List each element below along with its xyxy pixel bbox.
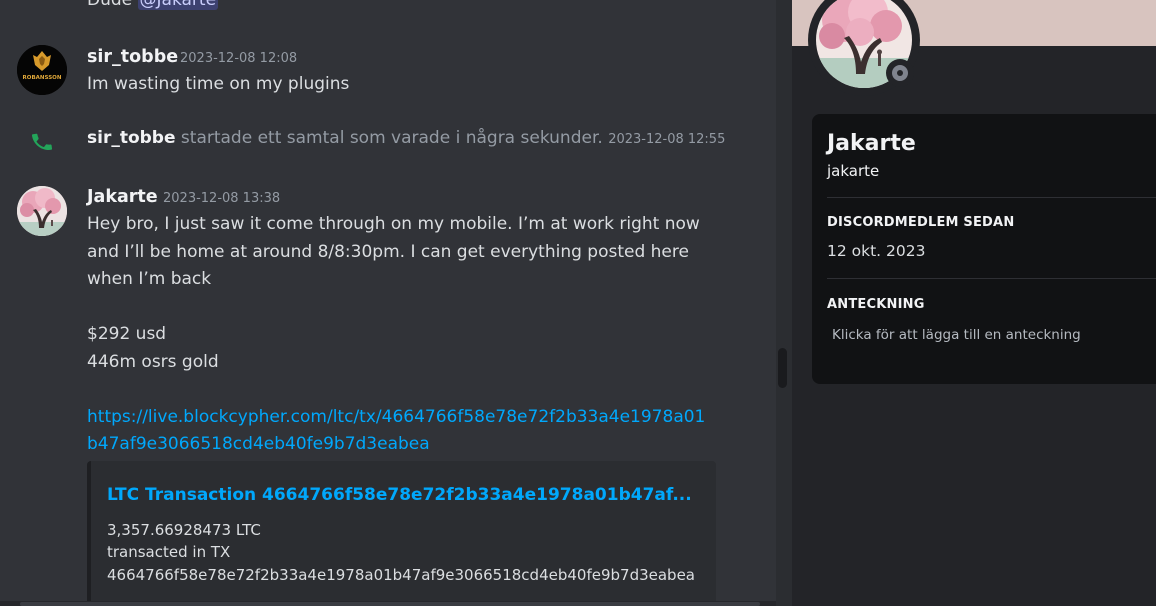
call-timestamp: 2023-12-08 12:55 <box>608 132 726 147</box>
message-text-line: when I’m back <box>87 269 212 289</box>
note-heading: ANTECKNING <box>827 297 925 312</box>
embed-description-line: transacted in TX <box>107 543 231 561</box>
embed-description-line: 3,357.66928473 LTC <box>107 521 261 539</box>
message-timestamp: 2023-12-08 13:38 <box>163 191 281 206</box>
svg-text:ROBANSSON: ROBANSSON <box>23 75 62 81</box>
message-text-line: and I’ll be home at around 8/8:30pm. I c… <box>87 242 689 262</box>
profile-display-name: Jakarte <box>827 131 916 156</box>
divider <box>827 197 1156 198</box>
message-timestamp: 2023-12-08 12:08 <box>180 51 298 66</box>
chat-scrollbar-thumb[interactable] <box>778 348 787 388</box>
phone-icon <box>31 133 53 150</box>
call-author[interactable]: sir_tobbe <box>87 128 176 148</box>
message-author[interactable]: sir_tobbe <box>87 47 178 67</box>
message-text: Im wasting time on my plugins <box>87 74 350 94</box>
transaction-link-continued[interactable]: b47af9e3066518cd4eb40fe9b7d3eabea <box>87 431 430 458</box>
divider <box>827 278 1156 279</box>
robansson-logo-avatar: ROBANSSON <box>17 45 67 95</box>
sakura-tree-avatar <box>17 186 67 236</box>
profile-username: jakarte <box>827 162 880 180</box>
link-embed: LTC Transaction 4664766f58e78e72f2b33a4e… <box>87 461 716 606</box>
user-mention[interactable]: @Jakarte <box>137 0 219 10</box>
call-text: startade ett samtal som varade i några s… <box>180 128 603 148</box>
user-profile-panel: Jakarte jakarte DISCORDMEDLEM SEDAN 12 o… <box>792 0 1156 606</box>
message-author[interactable]: Jakarte <box>87 187 158 207</box>
horizontal-scrollbar-thumb[interactable] <box>20 602 760 606</box>
previous-message: Dude @Jakarte <box>87 0 219 14</box>
transaction-link[interactable]: https://live.blockcypher.com/ltc/tx/4664… <box>87 404 705 431</box>
profile-info-card: Jakarte jakarte DISCORDMEDLEM SEDAN 12 o… <box>812 114 1156 384</box>
note-input[interactable]: Klicka för att lägga till en anteckning <box>832 327 1081 343</box>
previous-message-text: Dude <box>87 0 133 10</box>
embed-description-line: 4664766f58e78e72f2b33a4e1978a01b47af9e30… <box>107 566 696 584</box>
amount-gold-text: 446m osrs gold <box>87 352 219 372</box>
amount-usd-text: $292 usd <box>87 324 167 344</box>
status-indicator-hole <box>897 70 903 76</box>
chat-scrollbar-track[interactable] <box>776 0 792 606</box>
avatar[interactable]: ROBANSSON <box>17 45 67 95</box>
call-system-message: sir_tobbe startade ett samtal som varade… <box>87 128 725 148</box>
chat-panel: Dude @Jakarte ROBANSSON sir_tobbe 2023-1… <box>0 0 776 606</box>
avatar[interactable] <box>17 186 67 236</box>
member-since-heading: DISCORDMEDLEM SEDAN <box>827 215 1015 230</box>
embed-title[interactable]: LTC Transaction 4664766f58e78e72f2b33a4e… <box>107 485 692 505</box>
message-text-line: Hey bro, I just saw it come through on m… <box>87 214 700 234</box>
member-since-date: 12 okt. 2023 <box>827 242 926 260</box>
